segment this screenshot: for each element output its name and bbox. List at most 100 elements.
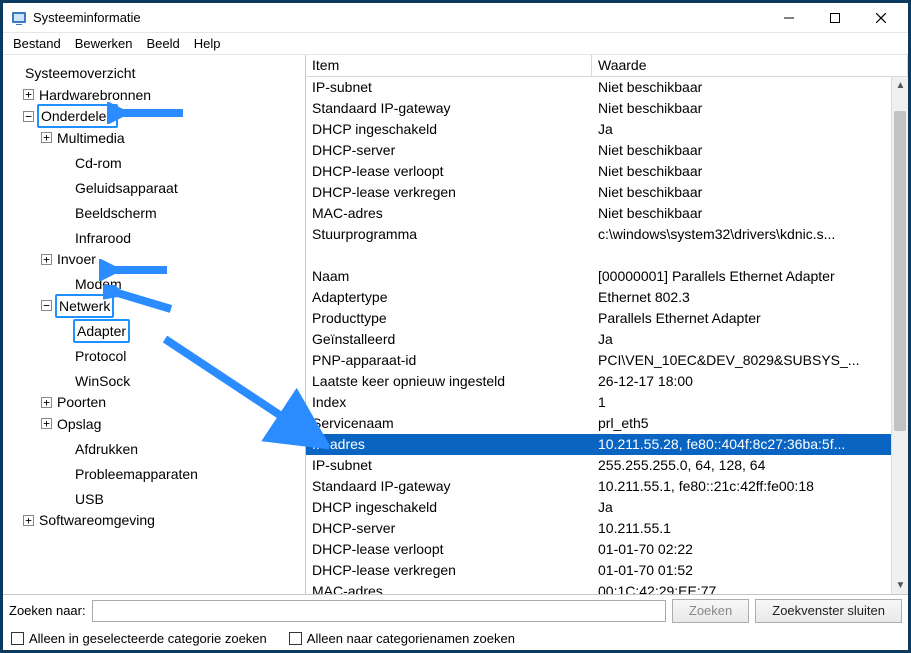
table-row[interactable]: DHCP-serverNiet beschikbaar — [306, 140, 891, 161]
expand-icon[interactable]: + — [41, 132, 52, 143]
expand-icon[interactable]: + — [23, 515, 34, 526]
table-row[interactable]: Stuurprogrammac:\windows\system32\driver… — [306, 224, 891, 245]
checkbox-icon — [289, 632, 302, 645]
opt-category-names[interactable]: Alleen naar categorienamen zoeken — [289, 631, 515, 646]
vertical-scrollbar[interactable]: ▲ ▼ — [891, 77, 908, 594]
table-row[interactable]: IP-adres10.211.55.28, fe80::404f:8c27:36… — [306, 434, 891, 455]
opt-selected-category[interactable]: Alleen in geselecteerde categorie zoeken — [11, 631, 267, 646]
tree-problem[interactable]: Probleemapparaten — [73, 464, 200, 484]
table-row[interactable]: DHCP-lease verkregen01-01-70 01:52 — [306, 560, 891, 581]
row-key: IP-subnet — [306, 77, 592, 98]
maximize-button[interactable] — [812, 3, 858, 33]
tree-adapter[interactable]: Adapter — [73, 319, 130, 343]
row-value: 01-01-70 02:22 — [592, 539, 891, 560]
tree-display[interactable]: Beeldscherm — [73, 203, 159, 223]
table-row[interactable]: AdaptertypeEthernet 802.3 — [306, 287, 891, 308]
table-row[interactable]: DHCP-lease verkregenNiet beschikbaar — [306, 182, 891, 203]
close-search-button[interactable]: Zoekvenster sluiten — [755, 599, 902, 623]
table-row[interactable]: DHCP ingeschakeldJa — [306, 119, 891, 140]
tree-ports[interactable]: Poorten — [55, 392, 108, 412]
scroll-thumb[interactable] — [894, 111, 906, 431]
row-value: Ethernet 802.3 — [592, 287, 891, 308]
menu-help[interactable]: Help — [188, 34, 227, 54]
row-value: 1 — [592, 392, 891, 413]
scroll-down-icon[interactable]: ▼ — [892, 577, 908, 594]
row-value: Ja — [592, 329, 891, 350]
row-value: c:\windows\system32\drivers\kdnic.s... — [592, 224, 891, 245]
expand-icon[interactable]: + — [41, 254, 52, 265]
table-row[interactable]: DHCP ingeschakeldJa — [306, 497, 891, 518]
tree-input[interactable]: Invoer — [55, 249, 98, 269]
tree-software[interactable]: Softwareomgeving — [37, 510, 157, 530]
collapse-icon[interactable]: − — [23, 111, 34, 122]
app-icon — [11, 10, 27, 26]
tree-hardware[interactable]: Hardwarebronnen — [37, 85, 153, 105]
tree-printing[interactable]: Afdrukken — [73, 439, 140, 459]
menu-edit[interactable]: Bewerken — [69, 34, 139, 54]
checkbox-icon — [11, 632, 24, 645]
menu-view[interactable]: Beeld — [141, 34, 186, 54]
table-row[interactable]: MAC-adresNiet beschikbaar — [306, 203, 891, 224]
row-value: prl_eth5 — [592, 413, 891, 434]
expand-icon[interactable]: + — [41, 397, 52, 408]
tree-components[interactable]: Onderdelen — [37, 104, 118, 128]
row-key: Stuurprogramma — [306, 224, 592, 245]
details-rows[interactable]: IP-subnetNiet beschikbaarStandaard IP-ga… — [306, 77, 908, 594]
tree-pane: Systeemoverzicht +Hardwarebronnen −Onder… — [3, 55, 306, 594]
tree-modem[interactable]: Modem — [73, 274, 124, 294]
table-row[interactable]: Servicenaamprl_eth5 — [306, 413, 891, 434]
expand-icon[interactable]: + — [41, 418, 52, 429]
row-value: PCI\VEN_10EC&DEV_8029&SUBSYS_... — [592, 350, 891, 371]
table-row[interactable]: IP-subnet255.255.255.0, 64, 128, 64 — [306, 455, 891, 476]
search-button[interactable]: Zoeken — [672, 599, 749, 623]
table-row[interactable]: Index1 — [306, 392, 891, 413]
collapse-icon[interactable]: − — [41, 300, 52, 311]
tree-audio[interactable]: Geluidsapparaat — [73, 178, 180, 198]
row-key: Standaard IP-gateway — [306, 98, 592, 119]
row-value: Ja — [592, 497, 891, 518]
row-key: IP-subnet — [306, 455, 592, 476]
table-row[interactable]: DHCP-lease verloopt01-01-70 02:22 — [306, 539, 891, 560]
category-tree[interactable]: Systeemoverzicht +Hardwarebronnen −Onder… — [5, 58, 303, 530]
search-label: Zoeken naar: — [9, 603, 86, 618]
row-key: Naam — [306, 266, 592, 287]
row-key: DHCP-lease verkregen — [306, 182, 592, 203]
menu-file[interactable]: Bestand — [7, 34, 67, 54]
row-key: DHCP-lease verkregen — [306, 560, 592, 581]
row-value: 10.211.55.1 — [592, 518, 891, 539]
table-row[interactable]: GeïnstalleerdJa — [306, 329, 891, 350]
tree-protocol[interactable]: Protocol — [73, 346, 128, 366]
column-value[interactable]: Waarde — [592, 55, 908, 76]
close-button[interactable] — [858, 3, 904, 33]
scroll-up-icon[interactable]: ▲ — [892, 77, 908, 94]
minimize-button[interactable] — [766, 3, 812, 33]
tree-network[interactable]: Netwerk — [55, 294, 114, 318]
table-row[interactable]: DHCP-server10.211.55.1 — [306, 518, 891, 539]
table-row[interactable]: ProducttypeParallels Ethernet Adapter — [306, 308, 891, 329]
row-value: 255.255.255.0, 64, 128, 64 — [592, 455, 891, 476]
tree-infrared[interactable]: Infrarood — [73, 228, 133, 248]
expand-icon[interactable]: + — [23, 89, 34, 100]
table-row[interactable]: Standaard IP-gatewayNiet beschikbaar — [306, 98, 891, 119]
table-row[interactable]: Standaard IP-gateway10.211.55.1, fe80::2… — [306, 476, 891, 497]
table-row[interactable]: MAC-adres00:1C:42:29:EE:77 — [306, 581, 891, 594]
tree-multimedia[interactable]: Multimedia — [55, 128, 127, 148]
details-pane: Item Waarde IP-subnetNiet beschikbaarSta… — [306, 55, 908, 594]
row-key: DHCP-server — [306, 140, 592, 161]
row-value: 01-01-70 01:52 — [592, 560, 891, 581]
tree-storage[interactable]: Opslag — [55, 414, 103, 434]
row-key: Standaard IP-gateway — [306, 476, 592, 497]
column-item[interactable]: Item — [306, 55, 592, 76]
table-row[interactable]: PNP-apparaat-idPCI\VEN_10EC&DEV_8029&SUB… — [306, 350, 891, 371]
table-row[interactable]: DHCP-lease verlooptNiet beschikbaar — [306, 161, 891, 182]
tree-usb[interactable]: USB — [73, 489, 106, 509]
tree-cdrom[interactable]: Cd-rom — [73, 153, 124, 173]
row-key: DHCP-server — [306, 518, 592, 539]
row-key: Adaptertype — [306, 287, 592, 308]
tree-winsock[interactable]: WinSock — [73, 371, 132, 391]
tree-overview[interactable]: Systeemoverzicht — [23, 63, 137, 83]
table-row[interactable]: Naam[00000001] Parallels Ethernet Adapte… — [306, 266, 891, 287]
search-input[interactable] — [92, 600, 666, 622]
table-row[interactable]: IP-subnetNiet beschikbaar — [306, 77, 891, 98]
table-row[interactable]: Laatste keer opnieuw ingesteld26-12-17 1… — [306, 371, 891, 392]
